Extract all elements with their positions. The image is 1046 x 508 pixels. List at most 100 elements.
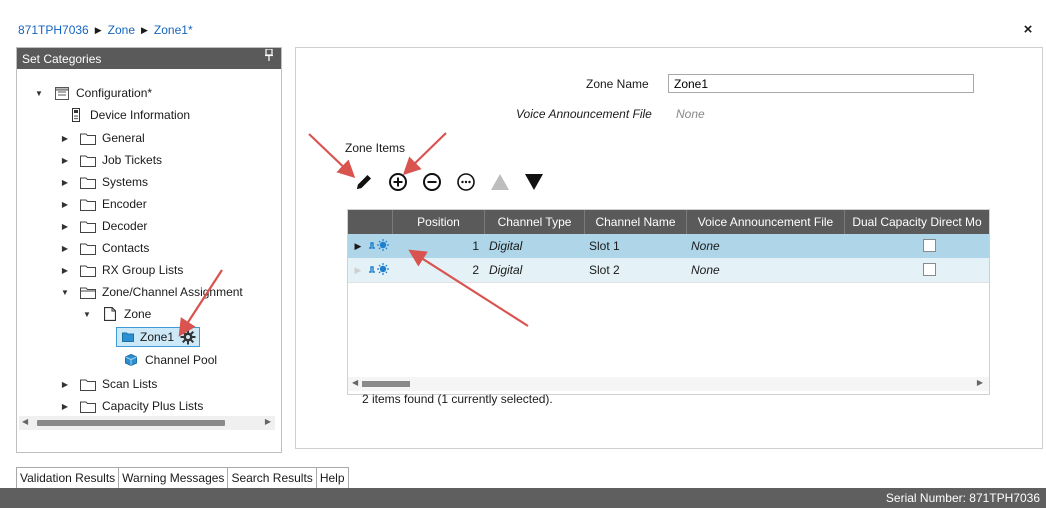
voice-announcement-file-label: Voice Announcement File (516, 107, 652, 121)
tree-item-scan-lists[interactable]: ▶ Scan Lists (60, 374, 157, 394)
collapsed-arrow-icon[interactable]: ▶ (60, 155, 70, 165)
column-header-channel-name[interactable]: Channel Name (584, 210, 686, 234)
bottom-tab-strip: Validation Results Warning Messages Sear… (16, 467, 349, 488)
move-up-icon[interactable] (488, 170, 512, 194)
collapsed-arrow-icon[interactable]: ▶ (60, 379, 70, 389)
remove-circle-icon[interactable] (420, 170, 444, 194)
row-indicator-icon: ▶ (354, 241, 362, 251)
tree-item-zone1-selection[interactable]: Zone1 (116, 327, 201, 347)
zone-items-toolbar (352, 170, 546, 194)
zone-items-label: Zone Items (345, 141, 406, 155)
breadcrumb: 871TPH7036 ▶ Zone ▶ Zone1* (18, 22, 193, 38)
folder-icon (80, 174, 96, 190)
scroll-left-icon[interactable]: ◀ (22, 417, 28, 426)
configuration-icon (54, 85, 70, 101)
folder-icon (80, 262, 96, 278)
cell-voice-announcement-file: None (691, 263, 720, 277)
scroll-thumb[interactable] (362, 381, 410, 387)
pin-icon[interactable] (265, 49, 273, 61)
expanded-arrow-icon[interactable]: ▼ (34, 88, 44, 98)
tree-item-zone1[interactable]: Zone1 (116, 327, 201, 347)
close-icon[interactable]: × (1020, 22, 1036, 38)
expanded-arrow-icon[interactable]: ▼ (82, 309, 92, 319)
collapsed-arrow-icon[interactable]: ▶ (60, 401, 70, 411)
tree-item-encoder[interactable]: ▶ Encoder (60, 194, 147, 214)
collapsed-arrow-icon[interactable]: ▶ (60, 221, 70, 231)
folder-icon (80, 130, 96, 146)
collapsed-arrow-icon[interactable]: ▶ (60, 199, 70, 209)
table-row[interactable]: ▶ 2 Digital Slot 2 None (348, 258, 989, 283)
tree-item-capacity-plus-lists[interactable]: ▶ Capacity Plus Lists (60, 396, 203, 416)
tab-help[interactable]: Help (315, 467, 349, 488)
tree-item-device-information[interactable]: Device Information (68, 105, 190, 125)
tree-item-contacts[interactable]: ▶ Contacts (60, 238, 149, 258)
add-circle-icon[interactable] (386, 170, 410, 194)
document-icon (102, 306, 118, 322)
folder-icon (80, 152, 96, 168)
table-row[interactable]: ▶ 1 Digital Slot 1 None (348, 234, 989, 259)
channel-signal-icon (366, 234, 392, 258)
cell-channel-name: Slot 1 (589, 239, 620, 253)
zone-editor-panel: Zone Name Voice Announcement File None Z… (295, 47, 1043, 449)
cube-icon (123, 352, 139, 368)
grid-header: Position Channel Type Channel Name Voice… (348, 210, 989, 234)
tree-item-zone-channel-assignment[interactable]: ▼ Zone/Channel Assignment (60, 282, 243, 302)
grid-header-icon-column (368, 210, 392, 234)
dual-capacity-checkbox[interactable] (923, 263, 936, 276)
scroll-right-icon[interactable]: ▶ (265, 417, 271, 426)
zone-name-label: Zone Name (586, 77, 649, 91)
tree-item-zone[interactable]: ▼ Zone (82, 304, 151, 324)
tab-warning-messages[interactable]: Warning Messages (118, 467, 229, 488)
column-header-position[interactable]: Position (392, 210, 484, 234)
dual-capacity-checkbox[interactable] (923, 239, 936, 252)
move-down-icon[interactable] (522, 170, 546, 194)
cell-channel-type: Digital (489, 263, 523, 277)
tree-item-rx-group-lists[interactable]: ▶ RX Group Lists (60, 260, 183, 280)
set-categories-panel: Set Categories ▼ Configuration* Device I… (16, 47, 282, 453)
tree-item-decoder[interactable]: ▶ Decoder (60, 216, 147, 236)
scroll-right-icon[interactable]: ▶ (977, 378, 983, 387)
grid-horizontal-scrollbar[interactable]: ◀ ▶ (348, 377, 989, 391)
category-tree: ▼ Configuration* Device Information ▶ Ge… (19, 70, 279, 413)
gear-icon[interactable] (180, 329, 196, 345)
more-options-icon[interactable] (454, 170, 478, 194)
tree-item-configuration[interactable]: ▼ Configuration* (34, 83, 152, 103)
set-categories-header: Set Categories (17, 48, 281, 69)
folder-icon (80, 398, 96, 414)
column-header-channel-type[interactable]: Channel Type (484, 210, 584, 234)
scroll-left-icon[interactable]: ◀ (352, 378, 358, 387)
channel-signal-icon (366, 258, 392, 282)
folder-icon (80, 376, 96, 392)
serial-number: Serial Number: 871TPH7036 (885, 491, 1040, 505)
cell-channel-name: Slot 2 (589, 263, 620, 277)
scroll-thumb[interactable] (37, 420, 225, 426)
cell-position: 1 (472, 239, 479, 253)
breadcrumb-separator-icon: ▶ (141, 24, 148, 35)
zone-name-input[interactable] (668, 74, 974, 93)
collapsed-arrow-icon[interactable]: ▶ (60, 265, 70, 275)
set-categories-title: Set Categories (22, 52, 102, 66)
breadcrumb-zone[interactable]: Zone (108, 23, 135, 37)
zone-item-icon (120, 329, 136, 345)
cell-voice-announcement-file: None (691, 239, 720, 253)
collapsed-arrow-icon[interactable]: ▶ (60, 243, 70, 253)
tree-item-job-tickets[interactable]: ▶ Job Tickets (60, 150, 162, 170)
tree-item-systems[interactable]: ▶ Systems (60, 172, 148, 192)
tree-item-general[interactable]: ▶ General (60, 128, 145, 148)
expanded-arrow-icon[interactable]: ▼ (60, 287, 70, 297)
column-header-voice-announcement-file[interactable]: Voice Announcement File (686, 210, 844, 234)
tab-validation-results[interactable]: Validation Results (16, 467, 120, 488)
column-header-dual-capacity-direct-mode[interactable]: Dual Capacity Direct Mo (844, 210, 989, 234)
tree-item-channel-pool[interactable]: Channel Pool (123, 350, 217, 370)
edit-pencil-icon[interactable] (352, 170, 376, 194)
tree-horizontal-scrollbar[interactable]: ◀ ▶ (19, 416, 275, 430)
collapsed-arrow-icon[interactable]: ▶ (60, 133, 70, 143)
breadcrumb-separator-icon: ▶ (94, 24, 102, 35)
items-found-status: 2 items found (1 currently selected). (362, 392, 553, 406)
breadcrumb-device[interactable]: 871TPH7036 (18, 23, 89, 37)
collapsed-arrow-icon[interactable]: ▶ (60, 177, 70, 187)
tab-search-results[interactable]: Search Results (227, 467, 317, 488)
breadcrumb-zone1[interactable]: Zone1* (154, 23, 193, 37)
folder-open-icon (80, 284, 96, 300)
folder-icon (80, 218, 96, 234)
